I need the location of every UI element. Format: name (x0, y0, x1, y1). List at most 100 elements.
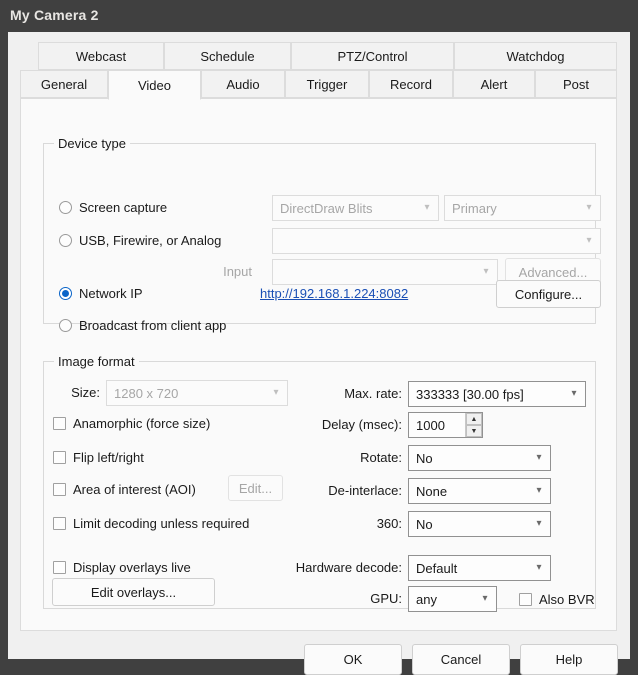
spinner-down-icon[interactable]: ▼ (466, 425, 482, 437)
checkbox-label: Display overlays live (73, 560, 191, 575)
spinner-buttons: ▲ ▼ (465, 413, 482, 437)
help-button[interactable]: Help (520, 644, 618, 675)
chevron-down-icon: ▾ (530, 486, 548, 496)
tab-label: Audio (226, 77, 259, 92)
button-label: Configure... (515, 287, 582, 302)
checkbox-label: Area of interest (AOI) (73, 482, 196, 497)
usb-device-combo[interactable]: ▾ (272, 228, 601, 254)
tab-audio[interactable]: Audio (201, 70, 285, 98)
rotate-label: Rotate: (277, 450, 402, 465)
tab-record[interactable]: Record (369, 70, 453, 98)
tab-label: Record (390, 77, 432, 92)
tab-label: Webcast (76, 49, 126, 64)
radio-circle-icon (59, 201, 72, 214)
tab-video[interactable]: Video (108, 70, 201, 100)
dialog-client-area: Webcast Schedule PTZ/Control Watchdog Ge… (8, 32, 630, 659)
checkbox-label: Anamorphic (force size) (73, 416, 210, 431)
network-url-link[interactable]: http://192.168.1.224:8082 (260, 286, 408, 301)
checkbox-display-overlays-live[interactable]: Display overlays live (53, 560, 191, 575)
window-title: My Camera 2 (10, 7, 99, 23)
deinterlace-combo[interactable]: None ▾ (408, 478, 551, 504)
chevron-down-icon: ▾ (580, 236, 598, 246)
chevron-down-icon: ▾ (565, 389, 583, 399)
checkbox-box-icon (519, 593, 532, 606)
input-label: Input (196, 264, 252, 279)
chevron-down-icon: ▾ (418, 203, 436, 213)
threesixty-label: 360: (277, 516, 402, 531)
button-label: OK (344, 652, 363, 667)
combo-value: No (416, 451, 530, 466)
radio-circle-icon (59, 319, 72, 332)
radio-screen-capture[interactable]: Screen capture (59, 200, 167, 215)
size-label: Size: (43, 385, 100, 400)
screen-capture-method-combo[interactable]: DirectDraw Blits ▾ (272, 195, 439, 221)
device-type-legend: Device type (54, 136, 130, 151)
tab-general[interactable]: General (20, 70, 108, 98)
screen-capture-display-combo[interactable]: Primary ▾ (444, 195, 601, 221)
combo-value: any (416, 592, 476, 607)
cancel-button[interactable]: Cancel (412, 644, 510, 675)
delay-spinner[interactable]: 1000 ▲ ▼ (408, 412, 483, 438)
configure-button[interactable]: Configure... (496, 280, 601, 308)
spinner-value: 1000 (409, 413, 465, 437)
radio-network-ip[interactable]: Network IP (59, 286, 143, 301)
tab-label: Post (563, 77, 589, 92)
chevron-down-icon: ▾ (476, 594, 494, 604)
max-rate-combo[interactable]: 333333 [30.00 fps] ▾ (408, 381, 586, 407)
radio-broadcast-from-client-app[interactable]: Broadcast from client app (59, 318, 226, 333)
rotate-combo[interactable]: No ▾ (408, 445, 551, 471)
threesixty-combo[interactable]: No ▾ (408, 511, 551, 537)
checkbox-box-icon (53, 517, 66, 530)
gpu-combo[interactable]: any ▾ (408, 586, 497, 612)
link-text: http://192.168.1.224:8082 (260, 286, 408, 301)
tab-label: Video (138, 78, 171, 93)
tab-webcast[interactable]: Webcast (38, 42, 164, 70)
tab-post[interactable]: Post (535, 70, 617, 98)
radio-usb-firewire-analog[interactable]: USB, Firewire, or Analog (59, 233, 221, 248)
combo-value: No (416, 517, 530, 532)
tab-panel-video: Device type Screen capture DirectDraw Bl… (20, 98, 617, 631)
button-label: Help (556, 652, 583, 667)
button-label: Edit overlays... (91, 585, 176, 600)
chevron-down-icon: ▾ (530, 563, 548, 573)
radio-label: USB, Firewire, or Analog (79, 233, 221, 248)
title-bar: My Camera 2 (0, 0, 638, 32)
gpu-label: GPU: (277, 591, 402, 606)
spinner-up-icon[interactable]: ▲ (466, 413, 482, 425)
tab-trigger[interactable]: Trigger (285, 70, 369, 98)
combo-value: 1280 x 720 (114, 386, 267, 401)
combo-value: 333333 [30.00 fps] (416, 387, 565, 402)
deinterlace-label: De-interlace: (277, 483, 402, 498)
tab-label: Trigger (307, 77, 348, 92)
aoi-edit-button[interactable]: Edit... (228, 475, 283, 501)
edit-overlays-button[interactable]: Edit overlays... (52, 578, 215, 606)
size-combo[interactable]: 1280 x 720 ▾ (106, 380, 288, 406)
ok-button[interactable]: OK (304, 644, 402, 675)
combo-value: None (416, 484, 530, 499)
checkbox-box-icon (53, 483, 66, 496)
tab-strip: Webcast Schedule PTZ/Control Watchdog Ge… (20, 42, 617, 100)
checkbox-label: Limit decoding unless required (73, 516, 249, 531)
radio-label: Broadcast from client app (79, 318, 226, 333)
checkbox-flip-left-right[interactable]: Flip left/right (53, 450, 144, 465)
tab-ptz-control[interactable]: PTZ/Control (291, 42, 454, 70)
tab-label: Schedule (200, 49, 254, 64)
hardware-decode-combo[interactable]: Default ▾ (408, 555, 551, 581)
chevron-down-icon: ▾ (580, 203, 598, 213)
checkbox-also-bvr[interactable]: Also BVR (519, 592, 595, 607)
tab-alert[interactable]: Alert (453, 70, 535, 98)
checkbox-box-icon (53, 561, 66, 574)
checkbox-label: Also BVR (539, 592, 595, 607)
checkbox-area-of-interest[interactable]: Area of interest (AOI) (53, 482, 196, 497)
tab-schedule[interactable]: Schedule (164, 42, 291, 70)
checkbox-anamorphic[interactable]: Anamorphic (force size) (53, 416, 210, 431)
chevron-down-icon: ▾ (530, 519, 548, 529)
chevron-down-icon: ▾ (530, 453, 548, 463)
button-label: Cancel (441, 652, 481, 667)
tab-watchdog[interactable]: Watchdog (454, 42, 617, 70)
checkbox-limit-decoding[interactable]: Limit decoding unless required (53, 516, 249, 531)
tab-label: Watchdog (506, 49, 564, 64)
input-combo[interactable]: ▾ (272, 259, 498, 285)
combo-value: DirectDraw Blits (280, 201, 418, 216)
tab-label: PTZ/Control (337, 49, 407, 64)
